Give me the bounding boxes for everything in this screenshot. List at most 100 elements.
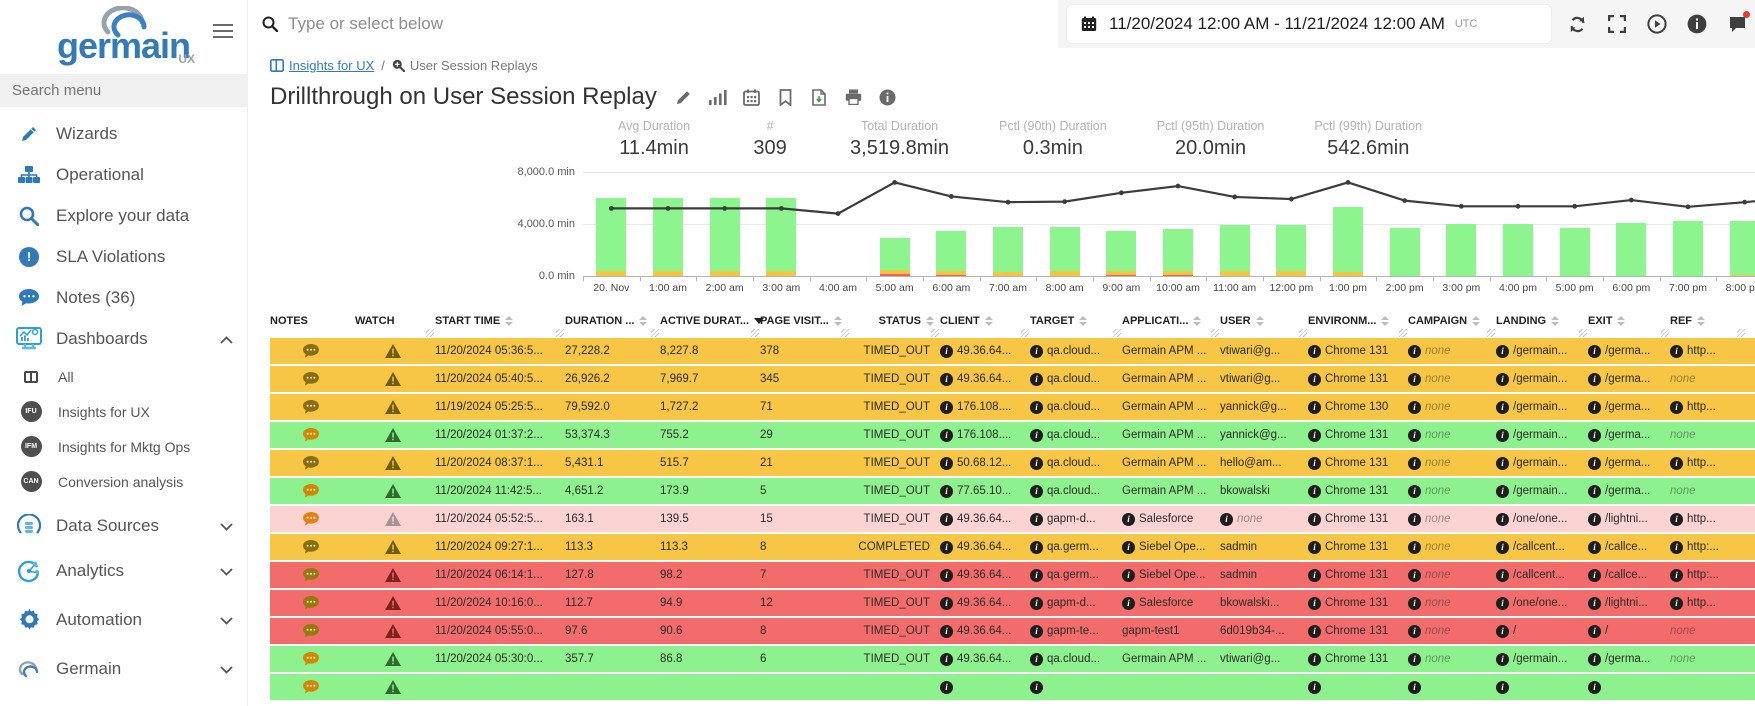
bookmark-icon[interactable] [777,88,795,106]
calendar-grid-icon[interactable] [743,88,761,106]
info-icon[interactable]: i [1308,625,1321,638]
info-icon[interactable]: i [1496,345,1509,358]
cell-watch[interactable] [355,624,435,638]
sidebar-item-sla-violations[interactable]: ! SLA Violations [0,236,247,277]
table-row[interactable]: iiiiii [270,674,1755,700]
info-icon[interactable]: i [1408,541,1421,554]
column-header-campaign[interactable]: CAMPAIGN [1408,304,1496,338]
info-icon[interactable]: i [1588,681,1601,694]
cell-notes[interactable] [270,652,355,666]
info-icon[interactable]: i [1670,569,1683,582]
info-icon[interactable]: i [1670,541,1683,554]
info-icon[interactable]: i [1588,485,1601,498]
info-icon[interactable]: i [940,429,953,442]
cell-notes[interactable] [270,512,355,526]
table-row[interactable]: 11/19/2024 05:25:5...79,592.01,727.271TI… [270,394,1755,420]
info-icon[interactable]: i [1030,653,1043,666]
sidebar-item-operational[interactable]: Operational [0,154,247,195]
info-icon[interactable]: i [1030,569,1043,582]
sidebar-item-explore-your-data[interactable]: Explore your data [0,195,247,236]
column-header-user[interactable]: USER [1220,304,1308,338]
info-icon[interactable]: i [1496,653,1509,666]
info-icon[interactable]: i [940,513,953,526]
info-icon[interactable]: i [1408,457,1421,470]
play-circle-icon[interactable] [1646,13,1668,35]
info-icon[interactable]: i [1308,653,1321,666]
cell-watch[interactable] [355,596,435,610]
column-header-target[interactable]: TARGET [1030,304,1122,338]
cell-notes[interactable] [270,624,355,638]
column-resize-handle[interactable] [751,329,759,337]
table-row[interactable]: 11/20/2024 05:36:5...27,228.28,227.8378T… [270,338,1755,364]
info-icon[interactable]: i [1496,373,1509,386]
table-row[interactable]: 11/20/2024 09:27:1...113.3113.38COMPLETE… [270,534,1755,560]
info-icon[interactable]: i [1588,597,1601,610]
info-icon[interactable]: i [940,597,953,610]
info-icon[interactable]: i [1408,513,1421,526]
cell-watch[interactable] [355,372,435,386]
info-icon[interactable]: i [1496,485,1509,498]
cell-watch[interactable] [355,484,435,498]
info-icon[interactable]: i [1030,401,1043,414]
column-header-active-durat[interactable]: ACTIVE DURAT... [660,304,760,338]
sidebar-item-germain[interactable]: Germain [0,648,247,689]
info-icon[interactable]: i [1030,513,1043,526]
cell-notes[interactable] [270,428,355,442]
info-icon[interactable]: i [1408,653,1421,666]
info-icon[interactable]: i [1496,569,1509,582]
cell-notes[interactable] [270,400,355,414]
column-header-environm[interactable]: ENVIRONM... [1308,304,1408,338]
cell-watch[interactable] [355,456,435,470]
info-icon[interactable]: i [1122,597,1135,610]
chart-bars-icon[interactable] [709,88,727,106]
sidebar-item-dashboards-all[interactable]: All [0,359,247,394]
sidebar-search-input[interactable] [0,74,248,107]
column-resize-handle[interactable] [1211,329,1219,337]
sidebar-item-conversion-analysis[interactable]: CAN Conversion analysis [0,464,247,499]
info-icon[interactable]: i [1496,625,1509,638]
info-icon[interactable]: i [1670,401,1683,414]
info-icon[interactable]: i [940,345,953,358]
table-row[interactable]: 11/20/2024 01:37:2...53,374.3755.229TIME… [270,422,1755,448]
info-icon[interactable]: i [1670,457,1683,470]
export-file-icon[interactable] [811,88,829,106]
cell-watch[interactable] [355,428,435,442]
info-icon[interactable]: i [1308,541,1321,554]
table-row[interactable]: 11/20/2024 05:30:0...357.786.86TIMED_OUT… [270,646,1755,672]
cell-watch[interactable] [355,568,435,582]
info-icon[interactable]: i [1588,541,1601,554]
column-resize-handle[interactable] [1579,329,1587,337]
column-resize-handle[interactable] [1399,329,1407,337]
column-header-page-visit[interactable]: PAGE VISIT... [760,304,850,338]
date-range-picker[interactable]: 11/20/2024 12:00 AM - 11/21/2024 12:00 A… [1066,4,1552,44]
table-row[interactable]: 11/20/2024 10:16:0...112.794.912TIMED_OU… [270,590,1755,616]
info-icon[interactable]: i [1408,569,1421,582]
column-resize-handle[interactable] [1487,329,1495,337]
column-resize-handle[interactable] [841,329,849,337]
breadcrumb-parent-link[interactable]: Insights for UX [289,58,374,73]
info-icon[interactable]: i [1030,429,1043,442]
info-icon[interactable]: i [1308,457,1321,470]
cell-notes[interactable] [270,456,355,470]
info-icon[interactable]: i [1496,429,1509,442]
sidebar-item-wizards[interactable]: Wizards [0,113,247,154]
info-icon[interactable]: i [1588,373,1601,386]
column-header-client[interactable]: CLIENT [940,304,1030,338]
info-icon[interactable]: i [940,681,953,694]
info-icon[interactable]: i [1030,541,1043,554]
print-icon[interactable] [845,88,863,106]
info-icon[interactable]: i [940,625,953,638]
column-header-applicati[interactable]: APPLICATI... [1122,304,1220,338]
info-icon[interactable]: i [1030,597,1043,610]
info-icon[interactable]: i [940,401,953,414]
info-icon[interactable]: i [1496,457,1509,470]
info-icon[interactable]: i [1308,513,1321,526]
cell-watch[interactable] [355,512,435,526]
edit-icon[interactable] [675,88,693,106]
cell-notes[interactable] [270,568,355,582]
info-icon[interactable]: i [1308,597,1321,610]
sidebar-item-data-sources[interactable]: Data Sources [0,505,247,546]
column-header-duration[interactable]: DURATION ... [565,304,660,338]
table-row[interactable]: 11/20/2024 05:52:5...163.1139.515TIMED_O… [270,506,1755,532]
info-icon[interactable]: i [1308,681,1321,694]
